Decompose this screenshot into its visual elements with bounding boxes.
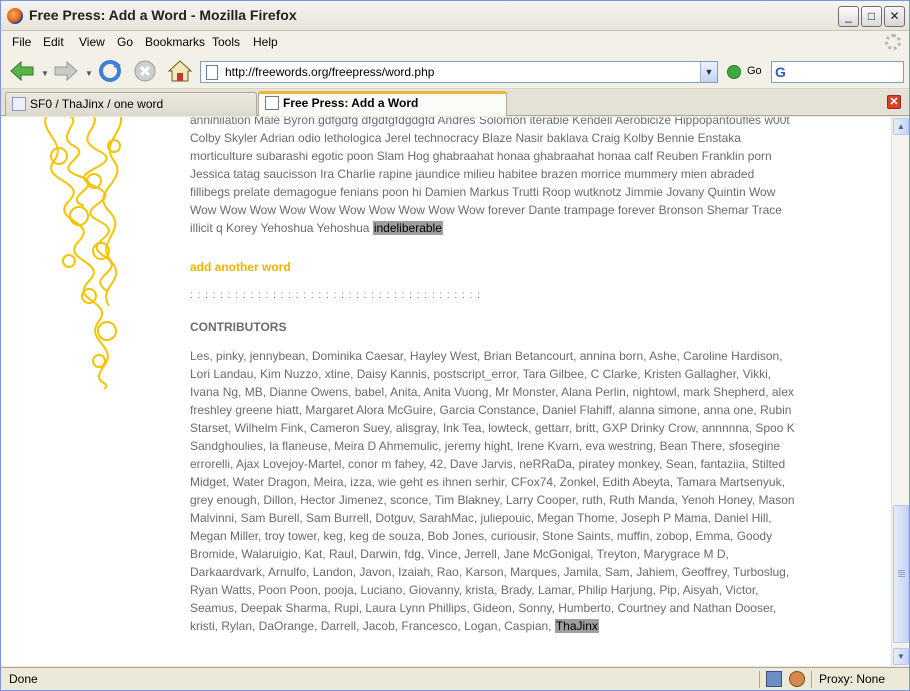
back-dropdown-icon[interactable]: ▼ <box>41 69 49 78</box>
contributor-line: Starset, Wilhelm Fink, Cameron Suey, ali… <box>190 421 795 435</box>
word-line: morticulture subarashi egotic poon Slam … <box>190 149 772 163</box>
contributor-line: Bromide, Walaruigio, Kat, Raul, Darwin, … <box>190 547 729 561</box>
menu-file[interactable]: File <box>12 35 31 49</box>
page-icon <box>206 65 218 80</box>
back-arrow-icon[interactable] <box>9 59 35 83</box>
contributor-line: Midget, Water Dragon, Meira, izza, wie g… <box>190 475 785 489</box>
contributor-line: freshley greene hiatt, Margaret Alora Mc… <box>190 403 792 417</box>
menu-view[interactable]: View <box>79 35 105 49</box>
title-bar: Free Press: Add a Word - Mozilla Firefox… <box>1 1 909 31</box>
decorative-swirl <box>44 117 122 390</box>
status-divider <box>759 671 760 688</box>
word-line: Wow Wow Wow Wow Wow Wow Wow Wow Wow Wow … <box>190 203 782 217</box>
page-favicon-icon <box>265 96 279 110</box>
sf0-favicon-icon <box>12 97 26 111</box>
url-text[interactable]: http://freewords.org/freepress/word.php <box>225 65 434 79</box>
stop-icon[interactable] <box>133 59 159 83</box>
contributor-line: Ryan Watts, Poon Poon, pooja, Luciano, G… <box>190 583 759 597</box>
latest-word-highlight: indeliberable <box>372 221 443 235</box>
forward-arrow-icon[interactable] <box>53 59 79 83</box>
word-line: annihilation Male Byron gdfgdfg dfgdfgfd… <box>190 117 790 127</box>
extension-icon[interactable] <box>789 671 805 687</box>
tab-free-press[interactable]: Free Press: Add a Word <box>258 91 507 116</box>
contributor-line: errorelli, Ajax Lovejoy-Martel, conor m … <box>190 457 786 471</box>
word-line-last: illicit q Korey Yehoshua Yehoshua indeli… <box>190 219 790 237</box>
contributor-line: Seamus, Deepak Sharma, Rupi, Laura Lynn … <box>190 601 777 615</box>
search-input[interactable]: G <box>771 61 904 83</box>
url-dropdown-icon[interactable]: ▼ <box>700 62 717 82</box>
page-info-icon[interactable] <box>766 671 782 687</box>
url-bar[interactable]: http://freewords.org/freepress/word.php … <box>200 61 718 83</box>
contributors-list: Les, pinky, jennybean, Dominika Caesar, … <box>190 347 810 635</box>
firefox-logo-icon <box>7 8 23 24</box>
contributor-line: Lori Landau, Kim Nuzzo, xtine, Daisy Kan… <box>190 367 772 381</box>
proxy-status[interactable]: Proxy: None <box>819 672 885 686</box>
go-label: Go <box>747 65 762 77</box>
tab-bar: SF0 / ThaJinx / one word Free Press: Add… <box>1 90 909 116</box>
contributor-line: grey enough, Dillon, Hector Jimenez, sco… <box>190 493 795 507</box>
contributor-line: Ivana Ng, MB, Dianne Owens, babel, Anita… <box>190 385 794 399</box>
scrollbar-thumb[interactable] <box>893 505 909 643</box>
add-another-word-link[interactable]: add another word <box>190 258 291 276</box>
word-line: Jessica tatag saucisson Ira Charlie rapi… <box>190 167 755 181</box>
contributors-heading: CONTRIBUTORS <box>190 320 287 334</box>
close-button[interactable]: ✕ <box>884 6 905 27</box>
tab-label: Free Press: Add a Word <box>283 96 419 110</box>
browser-window: Free Press: Add a Word - Mozilla Firefox… <box>0 0 910 691</box>
navigation-toolbar: ▼ ▼ http://freewords.org/freepress/word.… <box>1 53 909 89</box>
throbber-icon <box>885 34 901 50</box>
close-tab-icon[interactable]: ✕ <box>887 95 901 109</box>
tab-sf0[interactable]: SF0 / ThaJinx / one word <box>5 92 257 116</box>
status-bar: Done Proxy: None <box>1 667 909 690</box>
word-line: fillibegs prelate demagogue fenians poon… <box>190 185 776 199</box>
menu-edit[interactable]: Edit <box>43 35 64 49</box>
word-list: annihilation Male Byron gdfgdfg dfgdfgfd… <box>190 117 790 237</box>
contributor-line: Malvinni, Sam Burell, Sam Burrell, Dotgu… <box>190 511 772 525</box>
contributor-line: Les, pinky, jennybean, Dominika Caesar, … <box>190 349 783 363</box>
go-button[interactable]: Go <box>727 64 767 82</box>
tab-label: SF0 / ThaJinx / one word <box>30 97 164 111</box>
contributor-line: Sandghoulies, la flaneuse, Meira D Ahmem… <box>190 439 781 453</box>
menu-go[interactable]: Go <box>117 35 133 49</box>
status-divider <box>811 671 812 688</box>
scroll-down-icon[interactable]: ▼ <box>893 648 909 665</box>
status-text: Done <box>9 672 38 686</box>
go-arrow-icon <box>727 65 741 79</box>
menu-bar: File Edit View Go Bookmarks Tools Help <box>1 31 909 53</box>
grip-icon <box>898 570 905 578</box>
vertical-scrollbar[interactable]: ▲ ▼ <box>891 117 909 666</box>
menu-tools[interactable]: Tools <box>212 35 240 49</box>
page-content: annihilation Male Byron gdfgdfg dfgdfgfd… <box>1 117 891 666</box>
home-icon[interactable] <box>167 59 193 83</box>
latest-contributor-highlight: ThaJinx <box>554 619 599 633</box>
contributor-line-last: kristi, Rylan, DaOrange, Darrell, Jacob,… <box>190 617 810 635</box>
forward-dropdown-icon[interactable]: ▼ <box>85 69 93 78</box>
contributor-line: Megan Miller, troy tower, keg, keg de so… <box>190 529 773 543</box>
scroll-up-icon[interactable]: ▲ <box>893 118 909 135</box>
menu-bookmarks[interactable]: Bookmarks <box>145 35 205 49</box>
reload-icon[interactable] <box>97 59 123 83</box>
google-search-icon[interactable]: G <box>775 64 791 80</box>
menu-help[interactable]: Help <box>253 35 278 49</box>
contributor-line: Darkaardvark, Arnulfo, Landon, Javon, Iz… <box>190 565 790 579</box>
dotted-divider: : : : : : : : : : : : : : : : : : : : : … <box>190 290 481 301</box>
maximize-button[interactable]: □ <box>861 6 882 27</box>
word-line: Colby Skyler Adrian odio lethologica Jer… <box>190 131 741 145</box>
window-title: Free Press: Add a Word - Mozilla Firefox <box>29 7 297 23</box>
contributor-line: kristi, Rylan, DaOrange, Darrell, Jacob,… <box>190 619 552 633</box>
word-line: illicit q Korey Yehoshua Yehoshua <box>190 221 370 235</box>
minimize-button[interactable]: _ <box>838 6 859 27</box>
